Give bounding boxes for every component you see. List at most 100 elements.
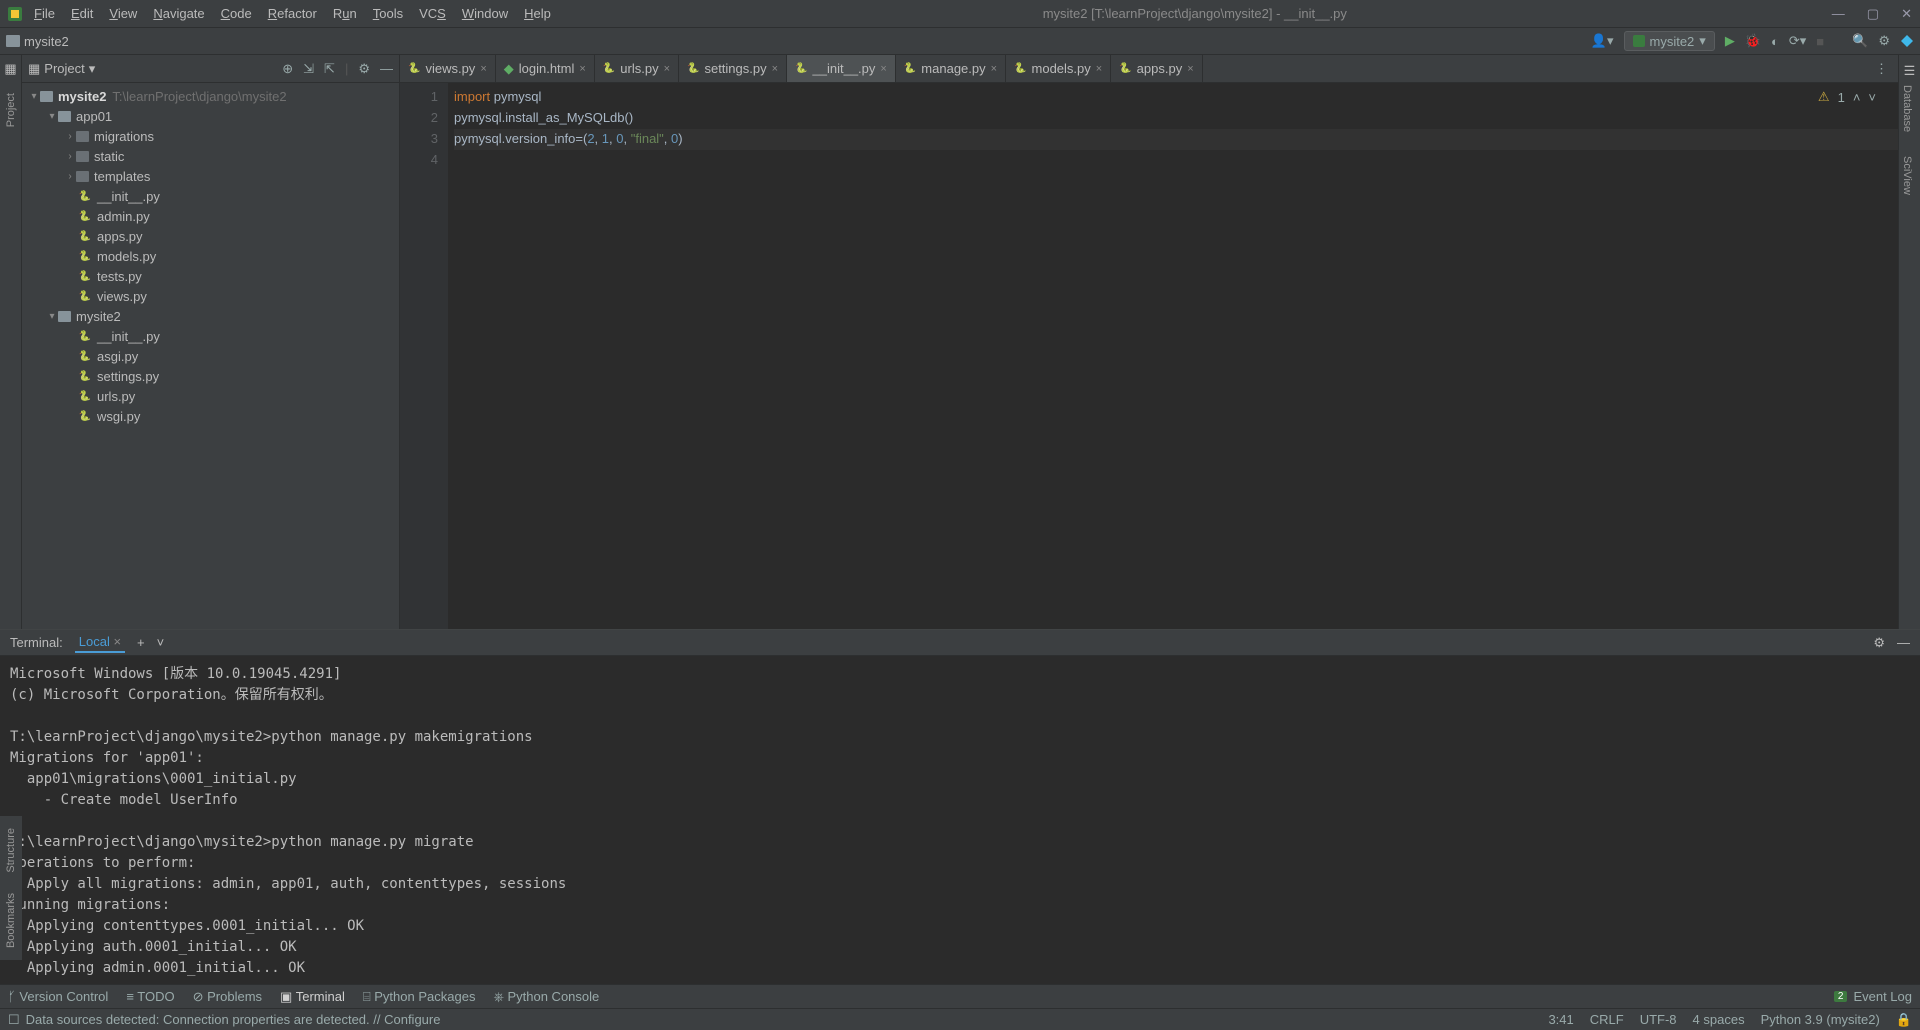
tree-file[interactable]: 🐍__init__.py bbox=[22, 186, 399, 206]
sciview-tab[interactable]: SciView bbox=[1899, 150, 1915, 201]
new-terminal-icon[interactable]: + bbox=[137, 635, 145, 650]
close-tab-icon[interactable]: × bbox=[480, 63, 486, 75]
tool-terminal[interactable]: ▣ Terminal bbox=[280, 989, 345, 1005]
code-editor[interactable]: 1234 import pymysql pymysql.install_as_M… bbox=[400, 83, 1898, 629]
tree-file[interactable]: 🐍models.py bbox=[22, 246, 399, 266]
menu-tools[interactable]: Tools bbox=[366, 4, 410, 23]
menu-vcs[interactable]: VCS bbox=[412, 4, 453, 23]
debug-button[interactable]: 🐞 bbox=[1745, 33, 1761, 49]
tab-login[interactable]: ◆login.html× bbox=[496, 55, 595, 82]
tree-file[interactable]: 🐍urls.py bbox=[22, 386, 399, 406]
tree-folder-app01[interactable]: ▾app01 bbox=[22, 106, 399, 126]
project-tab-icon[interactable]: ▦ bbox=[4, 61, 16, 77]
tool-problems[interactable]: ⊘ Problems bbox=[193, 989, 262, 1005]
menu-window[interactable]: Window bbox=[455, 4, 515, 23]
project-tab[interactable]: Project bbox=[3, 87, 19, 133]
hide-icon[interactable]: — bbox=[380, 61, 393, 77]
close-tab-icon[interactable]: × bbox=[664, 63, 670, 75]
project-tree[interactable]: ▾ mysite2 T:\learnProject\django\mysite2… bbox=[22, 83, 399, 629]
search-icon[interactable]: 🔍 bbox=[1852, 33, 1868, 49]
tree-file[interactable]: 🐍views.py bbox=[22, 286, 399, 306]
tree-file[interactable]: 🐍apps.py bbox=[22, 226, 399, 246]
caret-position[interactable]: 3:41 bbox=[1548, 1012, 1573, 1028]
tool-vcs[interactable]: ᚶ Version Control bbox=[8, 989, 108, 1004]
tree-file[interactable]: 🐍wsgi.py bbox=[22, 406, 399, 426]
navigation-bar: mysite2 👤▾ mysite2 ▾ ▶ 🐞 ◐ ⟳▾ ■ 🔍 ⚙ bbox=[0, 27, 1920, 55]
close-tab-icon[interactable]: × bbox=[579, 63, 585, 75]
tab-urls[interactable]: 🐍urls.py× bbox=[595, 55, 679, 82]
bottom-tool-bar: ᚶ Version Control ≡ TODO ⊘ Problems ▣ Te… bbox=[0, 984, 1920, 1008]
expand-all-icon[interactable]: ⇲ bbox=[303, 61, 314, 77]
collapse-all-icon[interactable]: ⇱ bbox=[324, 61, 335, 77]
file-encoding[interactable]: UTF-8 bbox=[1640, 1012, 1677, 1028]
terminal-settings-icon[interactable]: ⚙ bbox=[1873, 635, 1885, 651]
database-tab[interactable]: Database bbox=[1899, 79, 1915, 138]
indent-info[interactable]: 4 spaces bbox=[1693, 1012, 1745, 1028]
stop-button[interactable]: ■ bbox=[1816, 34, 1824, 49]
profile-button[interactable]: ⟳▾ bbox=[1789, 33, 1806, 49]
inspection-widget[interactable]: ⚠ 1 ˄ ˅ bbox=[1818, 89, 1876, 105]
tree-file[interactable]: 🐍__init__.py bbox=[22, 326, 399, 346]
tool-python-packages[interactable]: ⌸ Python Packages bbox=[363, 989, 476, 1005]
tree-file[interactable]: 🐍settings.py bbox=[22, 366, 399, 386]
breadcrumb[interactable]: mysite2 bbox=[6, 34, 69, 49]
prev-highlight-icon[interactable]: ˄ bbox=[1853, 90, 1861, 105]
close-tab-icon[interactable]: × bbox=[772, 63, 778, 75]
tree-root[interactable]: ▾ mysite2 T:\learnProject\django\mysite2 bbox=[22, 86, 399, 106]
tree-folder-static[interactable]: ›static bbox=[22, 146, 399, 166]
menu-edit[interactable]: Edit bbox=[64, 4, 100, 23]
select-opened-file-icon[interactable]: ⊕ bbox=[282, 61, 293, 77]
line-separator[interactable]: CRLF bbox=[1590, 1012, 1624, 1028]
close-icon[interactable]: ✕ bbox=[1901, 6, 1912, 22]
database-tab-icon[interactable]: ☰ bbox=[1899, 63, 1920, 79]
tree-file[interactable]: 🐍admin.py bbox=[22, 206, 399, 226]
tab-manage[interactable]: 🐍manage.py× bbox=[896, 55, 1006, 82]
status-message[interactable]: Data sources detected: Connection proper… bbox=[26, 1012, 441, 1027]
tab-settings[interactable]: 🐍settings.py× bbox=[679, 55, 787, 82]
minimize-icon[interactable]: — bbox=[1832, 6, 1845, 22]
gear-icon[interactable]: ⚙ bbox=[358, 61, 370, 77]
menu-help[interactable]: Help bbox=[517, 4, 558, 23]
tree-folder-migrations[interactable]: ›migrations bbox=[22, 126, 399, 146]
chevron-down-icon[interactable]: ▾ bbox=[89, 61, 96, 77]
maximize-icon[interactable]: ▢ bbox=[1867, 6, 1879, 22]
tab-init[interactable]: 🐍__init__.py× bbox=[787, 55, 896, 82]
run-config-label: mysite2 bbox=[1650, 34, 1695, 49]
tree-folder-templates[interactable]: ›templates bbox=[22, 166, 399, 186]
menu-view[interactable]: View bbox=[102, 4, 144, 23]
tab-apps[interactable]: 🐍apps.py× bbox=[1111, 55, 1202, 82]
tree-file[interactable]: 🐍tests.py bbox=[22, 266, 399, 286]
tool-python-console[interactable]: ⎈ Python Console bbox=[493, 989, 599, 1005]
event-log-button[interactable]: Event Log bbox=[1853, 989, 1912, 1004]
close-tab-icon[interactable]: × bbox=[1187, 63, 1193, 75]
hide-terminal-icon[interactable]: — bbox=[1897, 635, 1910, 651]
menu-run[interactable]: Run bbox=[326, 4, 364, 23]
run-config-selector[interactable]: mysite2 ▾ bbox=[1624, 31, 1715, 51]
close-tab-icon[interactable]: × bbox=[880, 63, 886, 75]
terminal-dropdown-icon[interactable]: ˅ bbox=[157, 635, 165, 650]
coverage-button[interactable]: ◐ bbox=[1771, 34, 1779, 49]
menu-code[interactable]: Code bbox=[214, 4, 259, 23]
tab-views[interactable]: 🐍views.py× bbox=[400, 55, 496, 82]
menu-refactor[interactable]: Refactor bbox=[261, 4, 324, 23]
tab-overflow-icon[interactable]: ⋮ bbox=[1865, 55, 1898, 82]
tab-models[interactable]: 🐍models.py× bbox=[1006, 55, 1111, 82]
settings-icon[interactable]: ⚙ bbox=[1878, 33, 1890, 49]
lock-icon[interactable]: 🔒 bbox=[1896, 1012, 1912, 1028]
close-tab-icon[interactable]: × bbox=[991, 63, 997, 75]
terminal-tab-local[interactable]: Local × bbox=[75, 632, 125, 653]
tool-todo[interactable]: ≡ TODO bbox=[126, 989, 174, 1004]
next-highlight-icon[interactable]: ˅ bbox=[1868, 90, 1876, 105]
structure-tab[interactable]: Structure bbox=[3, 822, 19, 879]
bookmarks-tab[interactable]: Bookmarks bbox=[3, 887, 19, 954]
close-tab-icon[interactable]: × bbox=[1096, 63, 1102, 75]
menu-navigate[interactable]: Navigate bbox=[146, 4, 211, 23]
run-button[interactable]: ▶ bbox=[1725, 33, 1735, 49]
user-icon[interactable]: 👤▾ bbox=[1591, 33, 1614, 49]
terminal-output[interactable]: Microsoft Windows [版本 10.0.19045.4291] (… bbox=[0, 656, 1920, 984]
tree-file[interactable]: 🐍asgi.py bbox=[22, 346, 399, 366]
tree-folder-mysite2[interactable]: ▾mysite2 bbox=[22, 306, 399, 326]
interpreter-info[interactable]: Python 3.9 (mysite2) bbox=[1761, 1012, 1880, 1028]
menu-file[interactable]: File bbox=[27, 4, 62, 23]
codewithme-icon[interactable] bbox=[1900, 34, 1914, 48]
